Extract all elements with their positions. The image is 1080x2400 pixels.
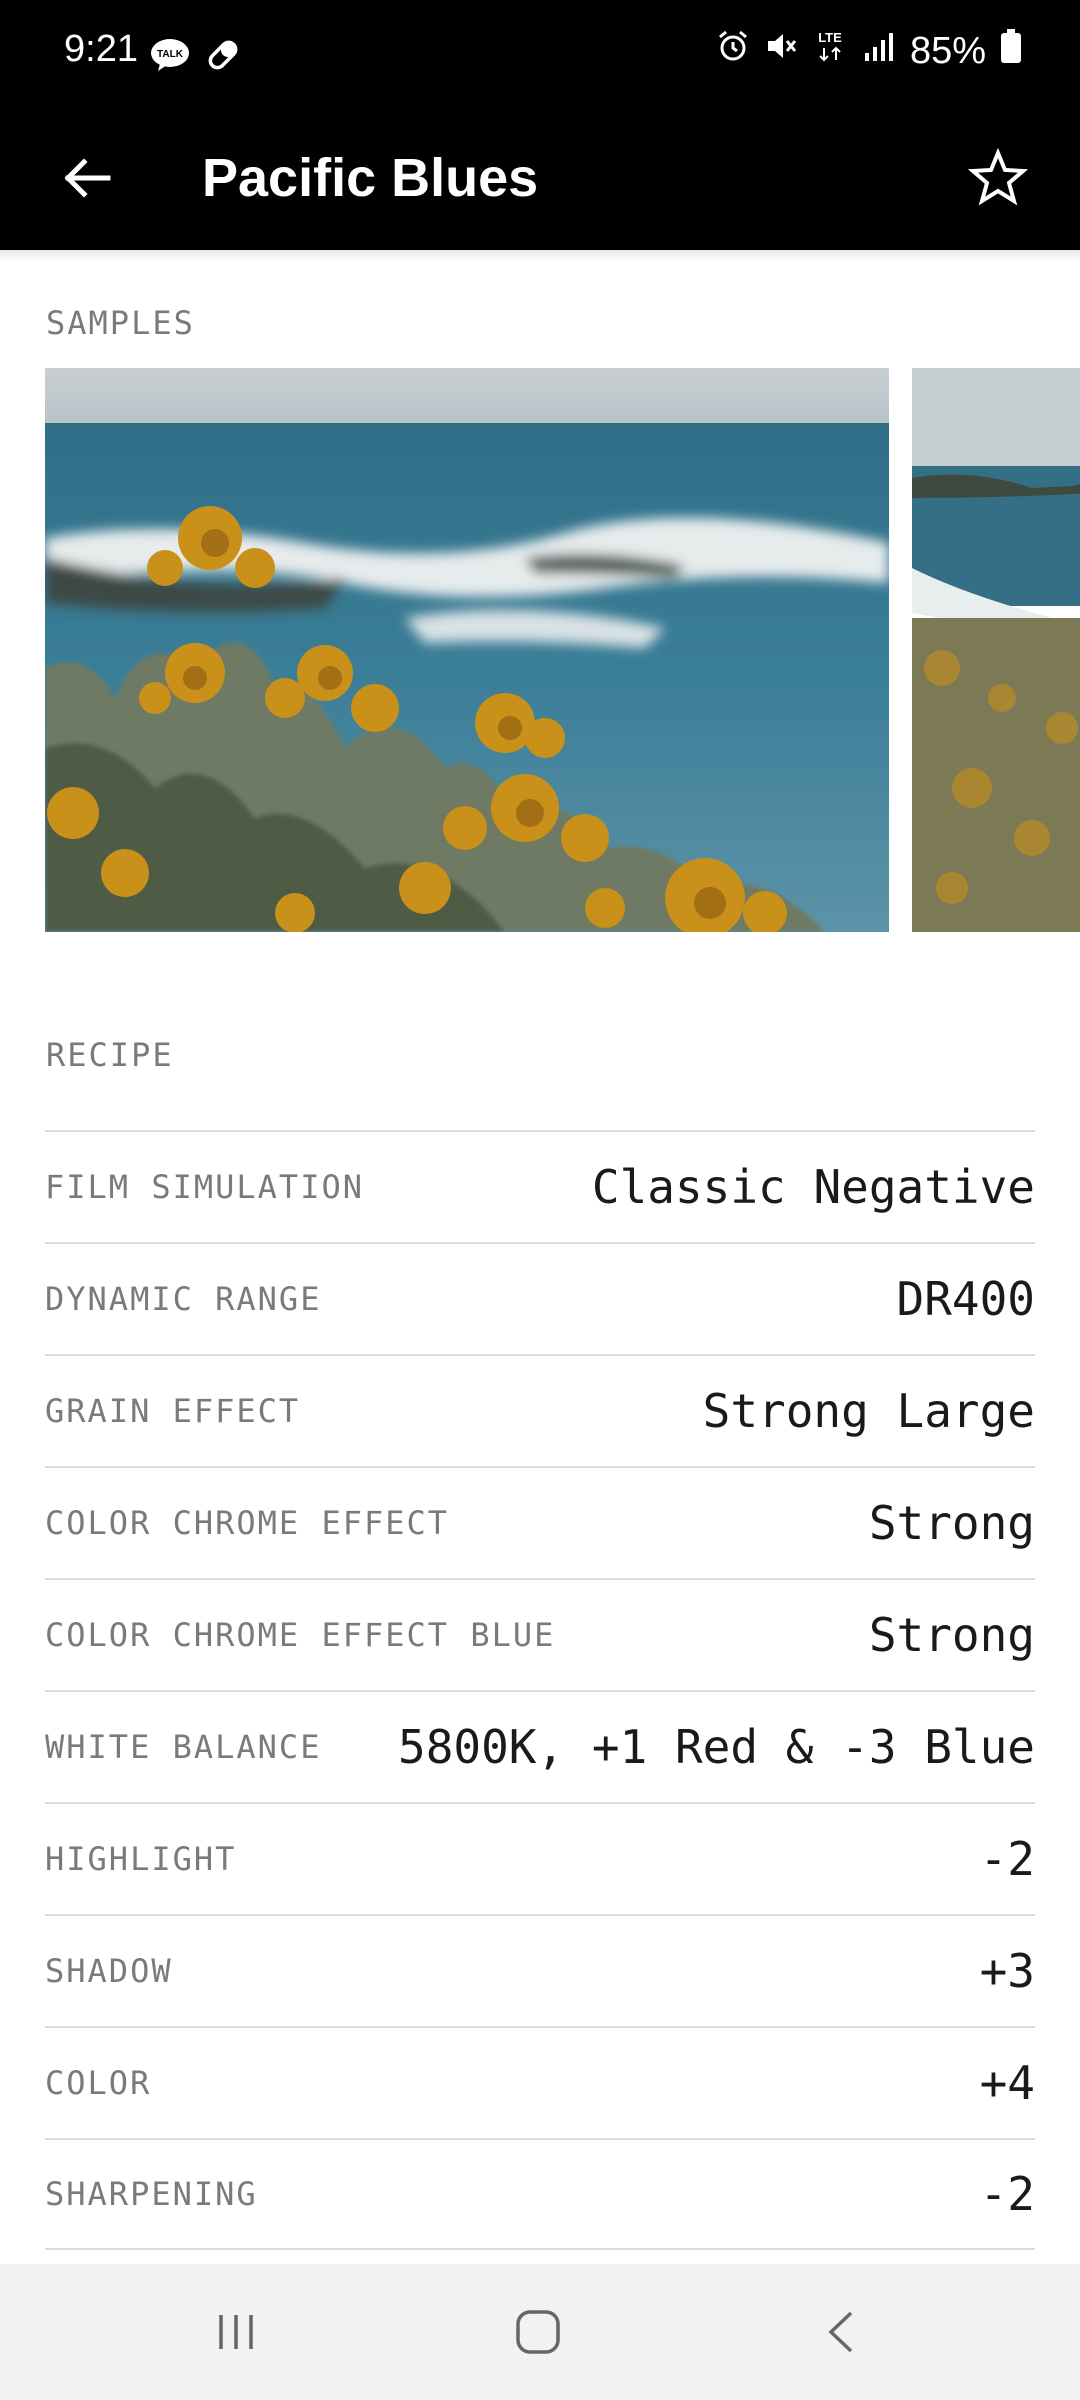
system-nav-bar [0,2264,1080,2400]
recipe-key: FILM SIMULATION [45,1168,364,1206]
signal-icon [862,29,896,73]
recipe-key: GRAIN EFFECT [45,1392,301,1430]
status-time: 9:21 [64,28,138,70]
recipe-row-shadow: SHADOW +3 [45,1914,1035,2026]
talk-icon: TALK [150,38,190,77]
recipe-row-dynamic-range: DYNAMIC RANGE DR400 [45,1242,1035,1354]
recipe-key: HIGHLIGHT [45,1840,237,1878]
recipe-row-film-simulation: FILM SIMULATION Classic Negative [45,1130,1035,1242]
recipe-key: SHARPENING [45,2175,258,2213]
arrow-left-icon [64,158,111,198]
recipe-value: -2 [979,1832,1035,1886]
recipe-value: -2 [979,2167,1035,2221]
page-title: Pacific Blues [202,148,539,208]
home-button[interactable] [498,2292,578,2372]
recipe-key: COLOR CHROME EFFECT [45,1504,450,1542]
recipe-row-color-chrome-effect: COLOR CHROME EFFECT Strong [45,1466,1035,1578]
status-notification-icons: TALK [150,36,242,79]
star-outline-icon [968,148,1028,206]
home-icon [516,2310,560,2354]
chevron-left-icon [828,2311,853,2353]
recipe-row-color: COLOR +4 [45,2026,1035,2138]
header-shadow [0,250,1080,262]
status-right-icons: LTE 85% [716,28,1022,74]
svg-text:TALK: TALK [157,49,184,60]
recipe-row-sharpening: SHARPENING -2 [45,2138,1035,2250]
recipe-value: Classic Negative [591,1160,1035,1214]
recipe-value: 5800K, +1 Red & -3 Blue [398,1720,1035,1774]
battery-icon [1000,28,1022,74]
lte-icon: LTE [812,28,848,74]
recipe-value: Strong Large [702,1384,1035,1438]
sample-photo[interactable] [45,368,889,932]
recipe-row-highlight: HIGHLIGHT -2 [45,1802,1035,1914]
mute-icon [764,29,798,73]
recipe-row-grain-effect: GRAIN EFFECT Strong Large [45,1354,1035,1466]
recipe-key: COLOR [45,2064,152,2102]
status-bar: 9:21 TALK LTE 85% [0,0,1080,106]
alarm-icon [716,29,750,73]
recipe-value: DR400 [896,1272,1035,1326]
app-bar: Pacific Blues [0,106,1080,250]
recipe-key: COLOR CHROME EFFECT BLUE [45,1616,556,1654]
recent-apps-button[interactable] [196,2292,276,2372]
system-back-button[interactable] [802,2292,882,2372]
recipe-row-color-chrome-effect-blue: COLOR CHROME EFFECT BLUE Strong [45,1578,1035,1690]
recipe-value: Strong [868,1496,1035,1550]
sample-photo-next[interactable] [912,368,1080,932]
recipe-label: RECIPE [46,1036,174,1074]
recipe-key: SHADOW [45,1952,173,1990]
recipe-value: +4 [979,2056,1035,2110]
recipe-row-white-balance: WHITE BALANCE 5800K, +1 Red & -3 Blue [45,1690,1035,1802]
svg-text:LTE: LTE [818,30,842,45]
recipe-key: WHITE BALANCE [45,1728,322,1766]
recipe-value: +3 [979,1944,1035,1998]
battery-percent: 85% [909,29,986,72]
recent-apps-icon [219,2315,253,2349]
recipe-key: DYNAMIC RANGE [45,1280,322,1318]
back-button[interactable] [48,140,124,216]
recipe-list: FILM SIMULATION Classic Negative DYNAMIC… [45,1130,1035,2250]
samples-label: SAMPLES [46,304,195,342]
favorite-button[interactable] [960,140,1036,216]
recipe-value: Strong [868,1608,1035,1662]
pill-icon [204,36,242,79]
samples-carousel[interactable] [0,368,1080,932]
